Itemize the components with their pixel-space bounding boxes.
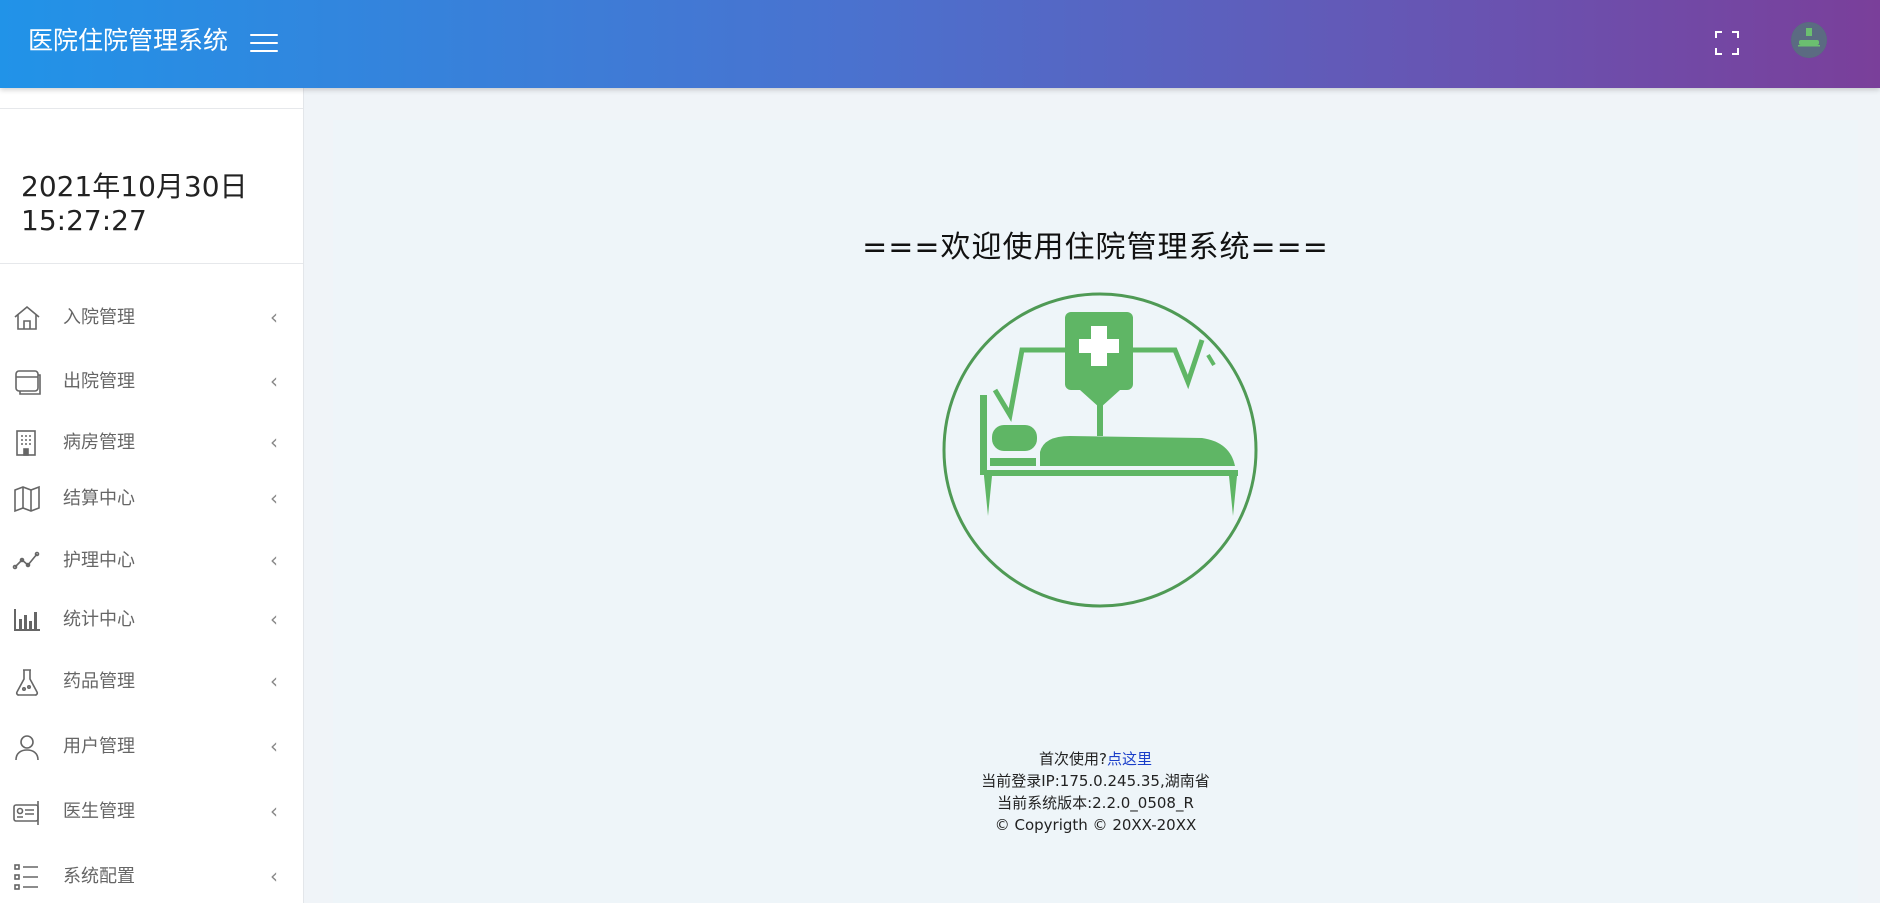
chevron-left-icon: ‹ xyxy=(270,607,278,631)
footer-info: 首次使用?点这里 当前登录IP:175.0.245.35,湖南省 当前系统版本:… xyxy=(333,748,1858,836)
app-title: 医院住院管理系统 xyxy=(28,26,229,55)
chevron-left-icon: ‹ xyxy=(270,548,278,572)
window-icon xyxy=(15,370,41,395)
chevron-left-icon: ‹ xyxy=(270,799,278,823)
building-icon xyxy=(16,430,36,456)
login-ip-text: 当前登录IP:175.0.245.35,湖南省 xyxy=(981,772,1210,790)
first-use-text: 首次使用? xyxy=(1039,750,1107,768)
chevron-left-icon: ‹ xyxy=(270,486,278,510)
hamburger-icon xyxy=(250,34,278,36)
sidebar-item-system-config[interactable]: 系统配置 ‹ xyxy=(0,852,303,902)
user-avatar[interactable] xyxy=(1791,22,1827,58)
copyright-text: © Copyrigth © 20XX-20XX xyxy=(994,816,1197,834)
sidebar-item-label: 医生管理 xyxy=(63,801,135,822)
sidebar-item-discharge[interactable]: 出院管理 ‹ xyxy=(0,357,303,407)
id-card-icon xyxy=(13,801,39,825)
sidebar-item-doctor[interactable]: 医生管理 ‹ xyxy=(0,787,303,837)
datetime-panel: 2021年10月30日 15:27:27 xyxy=(0,108,303,264)
first-use-link[interactable]: 点这里 xyxy=(1107,750,1152,768)
chevron-left-icon: ‹ xyxy=(270,864,278,888)
sidebar-item-label: 入院管理 xyxy=(63,307,135,328)
current-time: 15:27:27 xyxy=(21,204,147,237)
map-icon xyxy=(14,485,40,513)
first-use-line: 首次使用?点这里 xyxy=(333,748,1858,770)
chevron-left-icon: ‹ xyxy=(270,305,278,329)
current-date: 2021年10月30日 xyxy=(21,170,248,203)
chevron-left-icon: ‹ xyxy=(270,369,278,393)
home-icon xyxy=(14,305,40,330)
sidebar-item-label: 护理中心 xyxy=(63,550,135,571)
sidebar-item-settlement[interactable]: 结算中心 ‹ xyxy=(0,474,303,524)
chevron-left-icon: ‹ xyxy=(270,669,278,693)
sidebar-item-ward[interactable]: 病房管理 ‹ xyxy=(0,418,303,468)
sidebar-item-label: 用户管理 xyxy=(63,736,135,757)
sidebar-item-label: 病房管理 xyxy=(63,432,135,453)
chevron-left-icon: ‹ xyxy=(270,734,278,758)
avatar-icon xyxy=(1791,22,1827,58)
top-header: 医院住院管理系统 xyxy=(0,0,1880,88)
sidebar-item-label: 统计中心 xyxy=(63,609,135,630)
welcome-title: ===欢迎使用住院管理系统=== xyxy=(862,230,1329,265)
flask-icon xyxy=(15,669,39,696)
sidebar: 2021年10月30日 15:27:27 入院管理 ‹ 出院管理 ‹ 病房管理 … xyxy=(0,88,304,903)
sidebar-item-admission[interactable]: 入院管理 ‹ xyxy=(0,293,303,343)
line-chart-icon xyxy=(12,551,40,570)
sidebar-item-label: 出院管理 xyxy=(63,371,135,392)
sidebar-item-label: 系统配置 xyxy=(63,866,135,887)
list-icon xyxy=(14,864,38,890)
fullscreen-icon xyxy=(1715,31,1739,55)
sidebar-item-user[interactable]: 用户管理 ‹ xyxy=(0,722,303,772)
user-icon xyxy=(15,735,39,761)
bar-chart-icon xyxy=(14,609,40,631)
chevron-left-icon: ‹ xyxy=(270,430,278,454)
hamburger-menu-button[interactable] xyxy=(250,34,278,56)
sidebar-item-label: 结算中心 xyxy=(63,488,135,509)
sidebar-item-label: 药品管理 xyxy=(63,671,135,692)
version-text: 当前系统版本:2.2.0_0508_R xyxy=(997,794,1194,812)
sidebar-item-drug[interactable]: 药品管理 ‹ xyxy=(0,657,303,707)
sidebar-item-statistics[interactable]: 统计中心 ‹ xyxy=(0,595,303,645)
sidebar-item-nursing[interactable]: 护理中心 ‹ xyxy=(0,536,303,586)
main-content: ===欢迎使用住院管理系统=== 首次使用?点这里 当前登录IP:175.0.2… xyxy=(333,120,1858,903)
fullscreen-button[interactable] xyxy=(1712,28,1742,58)
hospital-bed-logo-icon xyxy=(942,292,1258,608)
